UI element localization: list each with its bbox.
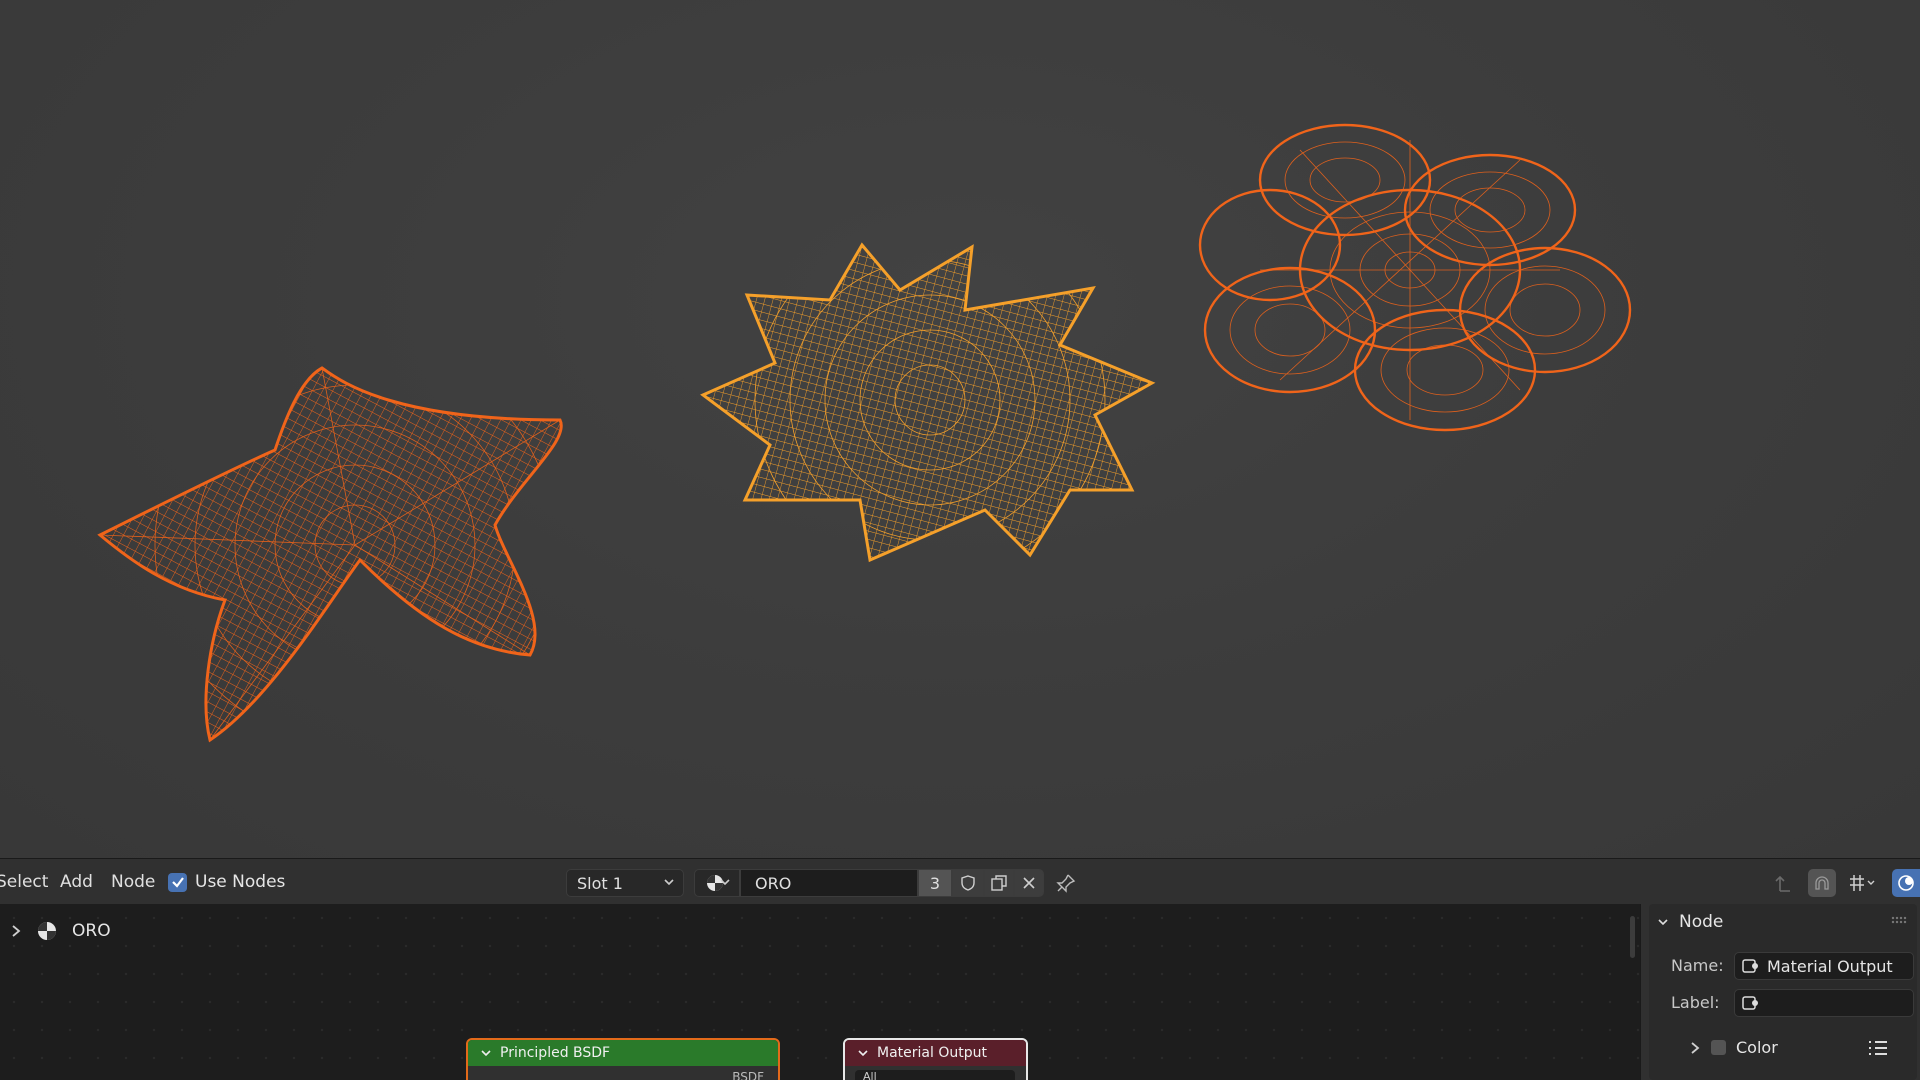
material-name-field[interactable]: ORO xyxy=(740,869,918,897)
close-icon xyxy=(1023,877,1035,889)
magnet-icon xyxy=(1815,876,1829,890)
use-nodes-label: Use Nodes xyxy=(195,872,286,892)
menu-add[interactable]: Add xyxy=(60,859,93,905)
starfish-wireframe[interactable] xyxy=(98,345,563,745)
node-canvas[interactable]: ORO Principled BSDF BSDF Material Output… xyxy=(0,904,1640,1080)
pin-button[interactable] xyxy=(1052,869,1080,897)
material-sphere-icon xyxy=(38,922,56,940)
node-name-value: Material Output xyxy=(1767,956,1893,976)
unlink-material-button[interactable] xyxy=(1014,869,1044,897)
use-nodes-toggle[interactable]: Use Nodes xyxy=(168,859,285,905)
cloud-flower-wireframe[interactable] xyxy=(1198,123,1632,432)
material-name: ORO xyxy=(755,873,792,893)
duplicate-material-button[interactable] xyxy=(984,869,1014,897)
grid-snap-icon xyxy=(1850,875,1875,891)
snap-target-dropdown[interactable] xyxy=(1842,869,1882,897)
material-output-header[interactable]: Material Output xyxy=(845,1040,1026,1066)
principled-bsdf-body: BSDF xyxy=(468,1066,778,1080)
principled-bsdf-node[interactable]: Principled BSDF BSDF xyxy=(466,1038,780,1080)
chevron-down-icon[interactable] xyxy=(1657,916,1669,928)
slot-dropdown[interactable]: Slot 1 xyxy=(566,869,684,897)
color-checkbox[interactable] xyxy=(1711,1040,1726,1055)
node-icon xyxy=(1742,996,1758,1010)
chevron-down-icon[interactable] xyxy=(480,1047,492,1059)
overlays-toggle[interactable] xyxy=(1892,869,1920,897)
chevron-down-icon xyxy=(664,879,674,886)
breadcrumb-material: ORO xyxy=(72,921,111,941)
presets-list-icon[interactable] xyxy=(1867,1038,1889,1058)
material-output-node[interactable]: Material Output All xyxy=(843,1038,1028,1080)
shield-icon xyxy=(961,875,975,891)
users-count-text: 3 xyxy=(929,873,941,893)
viewport-scene xyxy=(98,123,1632,745)
node-label-field[interactable] xyxy=(1734,989,1914,1017)
canvas-scrollbar[interactable] xyxy=(1630,916,1635,958)
node-panel: Node Name: Material Output Label: Color xyxy=(1649,904,1917,1080)
principled-bsdf-header[interactable]: Principled BSDF xyxy=(468,1040,778,1066)
node-icon xyxy=(1742,959,1758,973)
breadcrumb: ORO xyxy=(10,920,111,942)
3d-viewport[interactable] xyxy=(0,0,1920,858)
parent-node-tree-button[interactable] xyxy=(1770,869,1798,897)
chevron-down-icon[interactable] xyxy=(857,1047,869,1059)
material-users-count[interactable]: 3 xyxy=(918,869,952,897)
label-label: Label: xyxy=(1671,993,1720,1012)
duplicate-icon xyxy=(991,875,1007,891)
node-panel-title: Node xyxy=(1679,912,1724,932)
node-name-field[interactable]: Material Output xyxy=(1734,952,1914,980)
bsdf-output-socket-label: BSDF xyxy=(732,1070,764,1080)
menu-select[interactable]: Select xyxy=(0,859,48,905)
slot-value: Slot 1 xyxy=(577,873,623,893)
star-burst-wireframe[interactable] xyxy=(701,225,1154,575)
target-dropdown-value: All xyxy=(863,1070,877,1080)
color-label: Color xyxy=(1736,1038,1778,1057)
overlay-icon xyxy=(1898,875,1914,891)
color-subpanel[interactable]: Color xyxy=(1689,1038,1778,1057)
chevron-down-icon xyxy=(720,879,730,886)
fake-user-button[interactable] xyxy=(952,869,984,897)
node-editor-header: Select Add Node Use Nodes Slot 1 ORO 3 xyxy=(0,858,1920,904)
arrow-up-icon xyxy=(1775,875,1790,892)
name-label: Name: xyxy=(1671,956,1724,975)
pin-icon xyxy=(1056,874,1076,893)
snapping-toggle[interactable] xyxy=(1808,869,1836,897)
material-output-title: Material Output xyxy=(877,1045,987,1061)
drag-handle-icon[interactable] xyxy=(1891,916,1907,924)
material-browse-button[interactable] xyxy=(694,869,740,897)
principled-bsdf-title: Principled BSDF xyxy=(500,1045,611,1061)
checkmark-icon[interactable] xyxy=(168,872,187,892)
chevron-right-icon[interactable] xyxy=(10,924,22,938)
node-sidebar: Node Name: Material Output Label: Color xyxy=(1640,904,1920,1080)
material-output-body: All xyxy=(845,1066,1026,1080)
node-panel-header[interactable]: Node xyxy=(1649,904,1917,940)
menu-node[interactable]: Node xyxy=(111,859,155,905)
chevron-right-icon[interactable] xyxy=(1689,1041,1701,1055)
target-dropdown[interactable]: All xyxy=(855,1070,1015,1080)
